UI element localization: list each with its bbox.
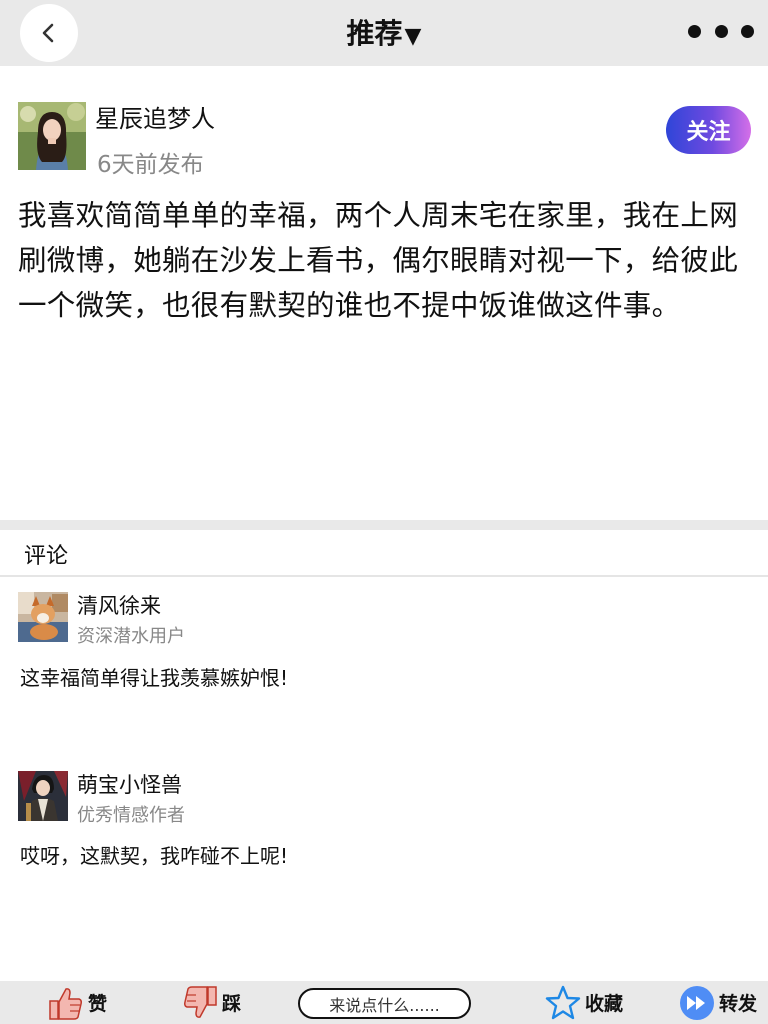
dropdown-caret-icon: ▼ xyxy=(404,24,422,49)
comment-input[interactable]: 来说点什么...... xyxy=(298,988,471,1019)
share-button[interactable]: 转发 xyxy=(679,981,757,1024)
commenter-tag: 资深潜水用户 xyxy=(77,626,185,647)
commenter-avatar[interactable] xyxy=(18,592,68,642)
comment-text: 哎呀，这默契，我咋碰不上呢! xyxy=(20,844,289,868)
thumbs-up-icon xyxy=(49,987,82,1020)
post-card: 星辰追梦人 6天前发布 关注 我喜欢简简单单的幸福，两个人周末宅在家里，我在上网… xyxy=(0,66,768,520)
author-name[interactable]: 星辰追梦人 xyxy=(95,99,215,134)
commenter-avatar[interactable] xyxy=(18,771,68,821)
post-timestamp: 6天前发布 xyxy=(97,152,204,178)
comments-divider xyxy=(0,575,768,577)
post-body: 我喜欢简简单单的幸福，两个人周末宅在家里，我在上网刷微博，她躺在沙发上看书，偶尔… xyxy=(18,199,739,322)
dislike-button[interactable]: 踩 xyxy=(182,981,241,1024)
favorite-label: 收藏 xyxy=(585,993,624,1015)
thumbs-down-icon xyxy=(184,985,217,1018)
dislike-label: 踩 xyxy=(222,993,242,1015)
bottom-action-bar: 赞 踩 来说点什么...... 收藏 转发 xyxy=(0,981,768,1024)
commenter-name[interactable]: 萌宝小怪兽 xyxy=(77,769,182,799)
comment-text: 这幸福简单得让我羡慕嫉妒恨! xyxy=(20,666,289,690)
comments-header: 评论 xyxy=(24,544,69,569)
like-button[interactable]: 赞 xyxy=(48,981,107,1024)
commenter-tag: 优秀情感作者 xyxy=(77,805,185,826)
fast-forward-icon xyxy=(680,985,714,1020)
top-nav-bar: 推荐▼ xyxy=(0,0,768,66)
commenter-name[interactable]: 清风徐来 xyxy=(77,590,161,620)
author-avatar[interactable] xyxy=(18,102,86,170)
share-label: 转发 xyxy=(719,993,758,1015)
star-icon xyxy=(545,985,581,1019)
section-divider xyxy=(0,520,768,530)
more-dots-icon xyxy=(688,24,701,38)
follow-button[interactable]: 关注 xyxy=(666,106,751,154)
page-title: 推荐 xyxy=(346,17,403,50)
feed-selector[interactable]: 推荐▼ xyxy=(0,12,768,52)
like-label: 赞 xyxy=(88,993,108,1015)
more-button[interactable] xyxy=(688,20,754,42)
favorite-button[interactable]: 收藏 xyxy=(545,981,623,1024)
